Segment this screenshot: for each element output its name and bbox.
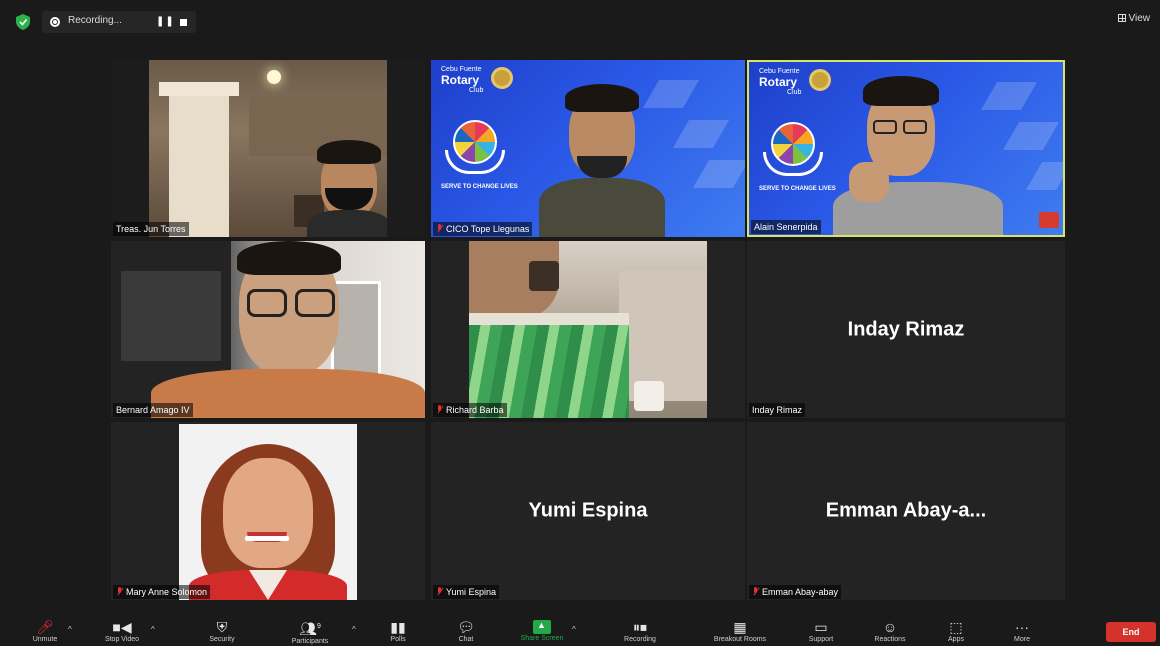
share-screen-icon xyxy=(533,620,551,634)
participant-tile-video-off[interactable]: Yumi Espina Yumi Espina xyxy=(431,422,745,600)
participant-tile-active-speaker[interactable]: Cebu Fuente Rotary Club SERVE TO CHANGE … xyxy=(747,60,1065,237)
support-button[interactable]: ▭ Support xyxy=(798,616,844,646)
participant-tile[interactable]: Mary Anne Solomon xyxy=(111,422,425,600)
share-options-caret-icon[interactable]: ^ xyxy=(572,625,576,634)
rotary-hand-icon xyxy=(763,152,823,176)
recording-indicator: Recording... ❚❚ xyxy=(42,11,196,33)
slogan-text: SERVE TO CHANGE LIVES xyxy=(441,184,518,190)
participants-icon: 👥︎9 xyxy=(299,620,321,637)
view-button[interactable]: View xyxy=(1117,13,1151,24)
muted-microphone-icon xyxy=(436,224,443,233)
encryption-shield-icon[interactable] xyxy=(16,14,30,30)
participant-display-name: Yumi Espina xyxy=(528,499,648,522)
security-button[interactable]: ⛨ Security xyxy=(198,616,246,646)
participant-name-tag: Treas. Jun Torres xyxy=(113,222,189,236)
breakout-rooms-icon: ▦ xyxy=(733,619,747,635)
recording-label: Recording... xyxy=(68,15,122,26)
participant-name-tag: Emman Abay-abay xyxy=(749,585,842,599)
recording-dot-icon xyxy=(50,17,60,27)
stop-recording-icon[interactable] xyxy=(180,19,187,26)
muted-microphone-icon xyxy=(752,587,759,596)
reactions-button[interactable]: ☺ Reactions xyxy=(866,616,914,646)
muted-microphone-icon xyxy=(436,587,443,596)
participant-video xyxy=(111,241,425,418)
more-dots-icon: ··· xyxy=(1015,619,1029,635)
more-button[interactable]: ··· More xyxy=(1002,616,1042,646)
meeting-top-bar: Recording... ❚❚ View xyxy=(6,9,1160,35)
participant-tile[interactable]: Bernard Amago IV xyxy=(111,241,425,418)
polls-button[interactable]: ▮▮ Polls xyxy=(378,616,418,646)
end-meeting-button[interactable]: End xyxy=(1106,622,1156,642)
participant-name-tag: Richard Barba xyxy=(433,403,507,417)
rotary-wheel-icon xyxy=(809,69,831,91)
muted-microphone-icon xyxy=(116,587,123,596)
participant-name-tag: Inday Rimaz xyxy=(749,403,806,417)
rotary-hand-icon xyxy=(445,150,505,174)
chat-bubble-icon: 💬︎ xyxy=(457,619,475,635)
participant-tile[interactable]: Cebu Fuente Rotary Club SERVE TO CHANGE … xyxy=(431,60,745,237)
participant-tile-video-off[interactable]: Emman Abay-a... Emman Abay-abay xyxy=(747,422,1065,600)
participant-video xyxy=(469,241,707,418)
recording-controls-button[interactable]: ⏸⏹ Recording xyxy=(602,616,678,646)
bar-chart-icon: ▮▮ xyxy=(390,619,406,635)
apps-button[interactable]: ⬚ Apps xyxy=(936,616,976,646)
participant-photo xyxy=(179,424,357,600)
zoom-meeting-window: Recording... ❚❚ View Treas. Jun Torres C… xyxy=(6,9,1160,646)
view-label: View xyxy=(1128,13,1151,24)
participant-name-tag: Mary Anne Solomon xyxy=(113,585,211,599)
participant-tile-video-off[interactable]: Inday Rimaz Inday Rimaz xyxy=(747,241,1065,418)
grid-view-icon xyxy=(1117,14,1126,22)
muted-microphone-icon xyxy=(436,405,443,414)
support-icon: ▭ xyxy=(814,619,828,635)
apps-icon: ⬚ xyxy=(949,619,963,635)
participant-display-name: Inday Rimaz xyxy=(847,318,965,340)
participant-tile[interactable]: Richard Barba xyxy=(431,241,745,418)
stop-video-button[interactable]: ■◀ Stop Video xyxy=(94,616,150,646)
unmute-button[interactable]: 🎤︎ Unmute xyxy=(20,616,70,646)
audio-options-caret-icon[interactable]: ^ xyxy=(68,625,72,634)
participants-options-caret-icon[interactable]: ^ xyxy=(352,625,356,634)
slogan-text: SERVE TO CHANGE LIVES xyxy=(759,186,836,192)
participant-video: Cebu Fuente Rotary Club SERVE TO CHANGE … xyxy=(749,62,1063,235)
participants-button[interactable]: 👥︎9 Participants xyxy=(278,616,342,646)
participant-name-tag: CICO Tope Llegunas xyxy=(433,222,533,236)
participant-video xyxy=(149,60,387,237)
pause-recording-icon[interactable]: ❚❚ xyxy=(156,16,175,27)
reactions-icon: ☺ xyxy=(882,619,898,635)
video-options-caret-icon[interactable]: ^ xyxy=(151,625,155,634)
participant-name-tag: Bernard Amago IV xyxy=(113,403,193,417)
participant-display-name: Emman Abay-a... xyxy=(825,499,987,522)
shield-icon: ⛨ xyxy=(216,619,228,635)
video-camera-icon: ■◀ xyxy=(112,619,132,635)
participant-tile[interactable]: Treas. Jun Torres xyxy=(111,60,425,237)
microphone-muted-icon: 🎤︎ xyxy=(36,619,54,635)
share-screen-button[interactable]: Share Screen xyxy=(512,616,572,646)
chat-button[interactable]: 💬︎ Chat xyxy=(446,616,486,646)
rotary-wheel-icon xyxy=(491,67,513,89)
meeting-controls-toolbar: 🎤︎ Unmute ^ ■◀ Stop Video ^ ⛨ Security 👥… xyxy=(6,616,1160,646)
participant-video: Cebu Fuente Rotary Club SERVE TO CHANGE … xyxy=(431,60,745,237)
participant-name-tag: Yumi Espina xyxy=(433,585,500,599)
breakout-rooms-button[interactable]: ▦ Breakout Rooms xyxy=(702,616,778,646)
pause-stop-icon: ⏸⏹ xyxy=(633,619,647,635)
participant-name-tag: Alain Senerpida xyxy=(751,220,821,234)
participant-count: 9 xyxy=(316,623,321,630)
